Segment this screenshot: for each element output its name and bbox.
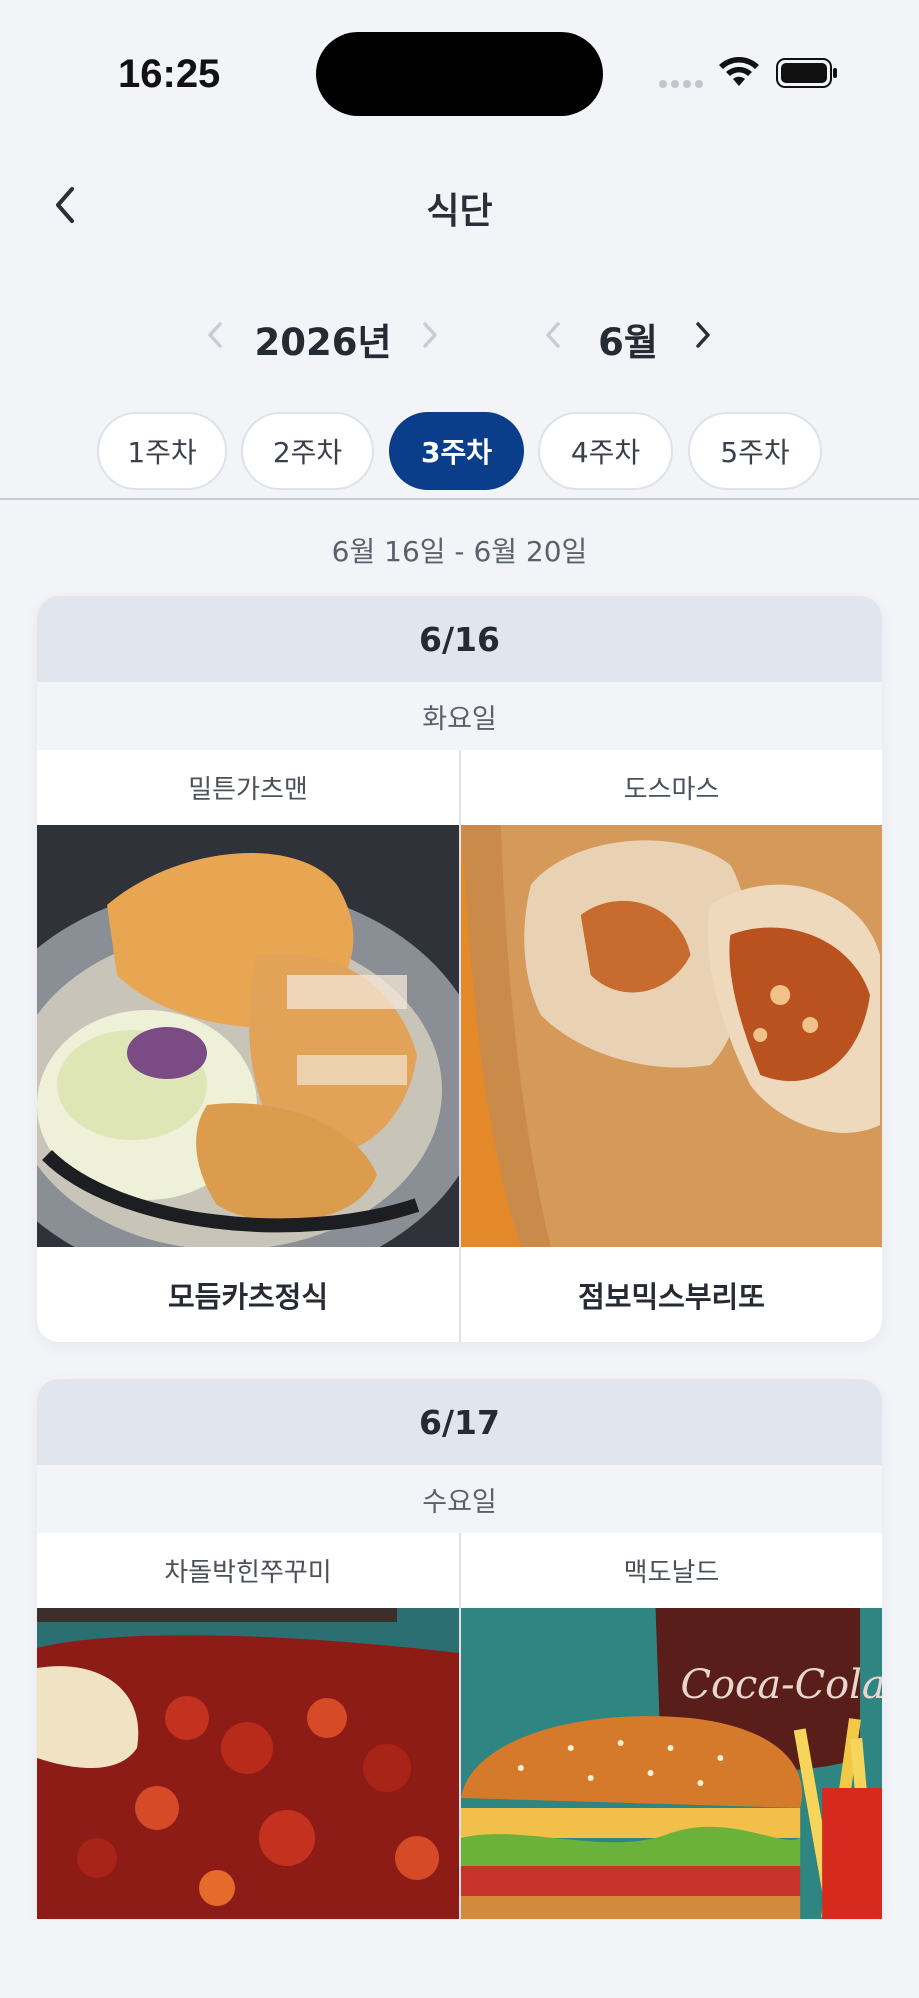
menu-item[interactable]: 도스마스 점보믹스부리또 xyxy=(459,750,882,1342)
divider xyxy=(0,498,919,500)
chevron-right-icon xyxy=(423,322,437,348)
tab-week-5[interactable]: 5주차 xyxy=(688,412,822,490)
restaurant-name: 밀튼가츠맨 xyxy=(188,775,308,805)
menu-item[interactable]: 맥도날드 Coca-Cola xyxy=(459,1533,882,1919)
day-card: 6/17 수요일 차돌박힌쭈꾸미 맥도날드 Coca-Cola xyxy=(37,1379,882,1919)
menu-item[interactable]: 밀튼가츠맨 모듬카츠정식 xyxy=(37,750,459,1342)
tab-week-1[interactable]: 1주차 xyxy=(97,412,227,490)
tab-week-2[interactable]: 2주차 xyxy=(241,412,374,490)
day-date: 6/16 xyxy=(37,596,882,682)
burger-cola-photo: Coca-Cola xyxy=(461,1608,882,1919)
chevron-right-icon xyxy=(696,322,710,348)
week-tabs: 1주차 2주차 3주차 4주차 5주차 xyxy=(0,412,919,490)
dish-name: 점보믹스부리또 xyxy=(578,1279,765,1314)
page-title: 식단 xyxy=(426,191,493,232)
month-label: 6월 xyxy=(598,321,658,364)
bottom-area xyxy=(0,1920,919,1998)
next-month-button[interactable] xyxy=(686,318,720,352)
tab-week-3[interactable]: 3주차 xyxy=(389,412,524,490)
year-month-selector: 2026년 6월 xyxy=(0,300,919,370)
year-label: 2026년 xyxy=(254,321,392,364)
status-bar: 16:25 xyxy=(0,0,919,140)
pork-cutlet-photo xyxy=(37,825,459,1247)
previous-month-button[interactable] xyxy=(536,318,570,352)
previous-year-button[interactable] xyxy=(198,318,232,352)
cellular-signal-icon xyxy=(659,80,703,88)
battery-icon xyxy=(776,58,837,88)
dish-name: 모듬카츠정식 xyxy=(167,1279,329,1314)
restaurant-name: 맥도날드 xyxy=(623,1558,720,1588)
photo-logo-text: Coca-Cola xyxy=(680,1662,882,1708)
restaurant-name: 도스마스 xyxy=(623,775,720,805)
next-year-button[interactable] xyxy=(413,318,447,352)
day-card: 6/16 화요일 밀튼가츠맨 모듬카츠정식 도스마스 점보믹스부리또 xyxy=(37,596,882,1342)
tab-week-4[interactable]: 4주차 xyxy=(538,412,673,490)
dynamic-island xyxy=(316,32,603,116)
day-date: 6/17 xyxy=(37,1379,882,1465)
restaurant-name: 차돌박힌쭈꾸미 xyxy=(164,1558,332,1588)
burrito-photo xyxy=(461,825,882,1247)
menu-grid: 차돌박힌쭈꾸미 맥도날드 Coca-Cola xyxy=(37,1533,882,1919)
day-weekday: 수요일 xyxy=(37,1465,882,1533)
navigation-bar: 식단 xyxy=(0,160,919,250)
chevron-left-icon xyxy=(208,322,222,348)
date-range-label: 6월 16일 - 6월 20일 xyxy=(331,535,588,568)
chevron-left-icon xyxy=(546,322,560,348)
menu-item[interactable]: 차돌박힌쭈꾸미 xyxy=(37,1533,459,1919)
menu-grid: 밀튼가츠맨 모듬카츠정식 도스마스 점보믹스부리또 xyxy=(37,750,882,1342)
spicy-webfoot-octopus-photo xyxy=(37,1608,459,1919)
status-time: 16:25 xyxy=(118,52,221,96)
wifi-icon xyxy=(719,57,759,86)
day-weekday: 화요일 xyxy=(37,682,882,750)
